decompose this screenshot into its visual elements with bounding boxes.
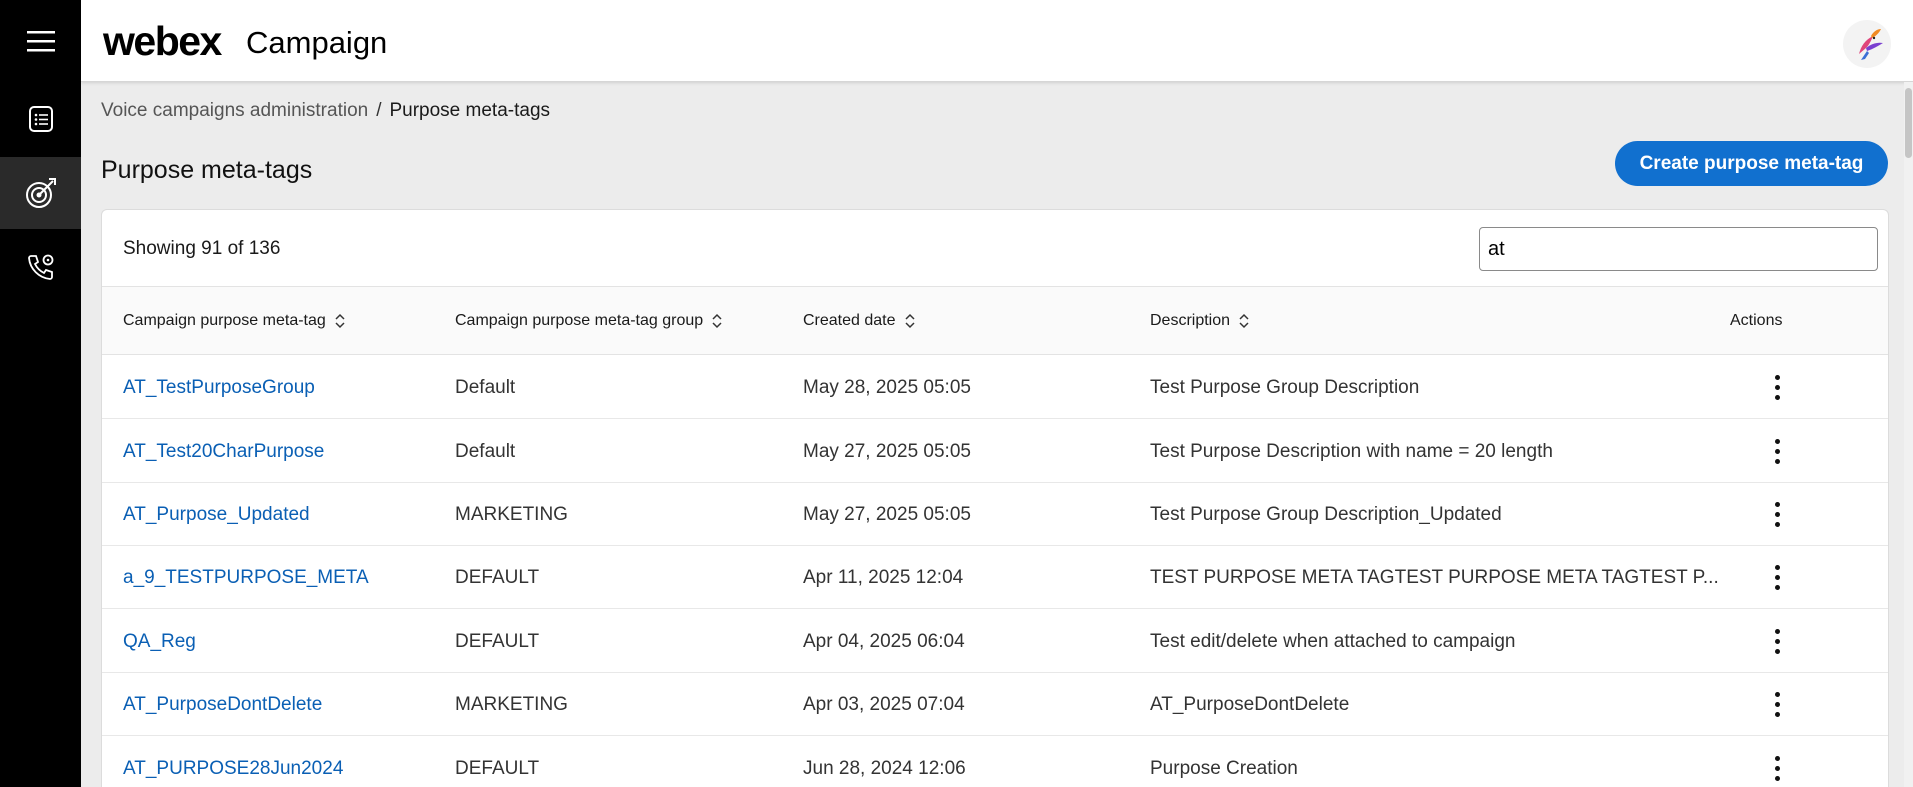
meta-tag-group: DEFAULT [455, 566, 540, 588]
column-header-label: Campaign purpose meta-tag [123, 312, 326, 329]
more-actions-icon[interactable] [1762, 371, 1792, 403]
results-count: Showing 91 of 136 [123, 238, 281, 259]
scrollbar-track[interactable] [1904, 82, 1913, 787]
more-actions-icon[interactable] [1762, 752, 1792, 784]
table-toolbar: Showing 91 of 136 [102, 210, 1888, 287]
breadcrumb-parent-link[interactable]: Voice campaigns administration [101, 100, 368, 122]
table-row: AT_Test20CharPurpose Default May 27, 202… [102, 420, 1888, 483]
column-header-group[interactable]: Campaign purpose meta-tag group [455, 287, 723, 355]
column-header-label: Actions [1730, 312, 1783, 329]
meta-tag-link[interactable]: AT_PURPOSE28Jun2024 [123, 737, 343, 787]
breadcrumb: Voice campaigns administration / Purpose… [101, 100, 550, 122]
description: Purpose Creation [1150, 757, 1298, 779]
meta-tag-link[interactable]: AT_PurposeDontDelete [123, 673, 322, 736]
list-icon[interactable] [0, 83, 81, 155]
more-actions-icon[interactable] [1762, 435, 1792, 467]
created-date: Jun 28, 2024 12:06 [803, 757, 966, 779]
search-input[interactable] [1479, 227, 1878, 271]
column-header-actions: Actions [1730, 287, 1782, 355]
meta-tag-link[interactable]: AT_TestPurposeGroup [123, 356, 315, 419]
column-header-label: Created date [803, 312, 896, 329]
more-actions-icon[interactable] [1762, 688, 1792, 720]
meta-tag-group: MARKETING [455, 503, 568, 525]
meta-tag-link[interactable]: AT_Purpose_Updated [123, 483, 310, 546]
table-row: AT_PURPOSE28Jun2024 DEFAULT Jun 28, 2024… [102, 737, 1888, 787]
meta-tag-link[interactable]: QA_Reg [123, 610, 196, 673]
description: TEST PURPOSE META TAGTEST PURPOSE META T… [1150, 566, 1719, 588]
hamburger-menu-icon[interactable] [0, 5, 81, 77]
meta-tags-table-card: Showing 91 of 136 Campaign purpose meta-… [101, 209, 1889, 787]
more-actions-icon[interactable] [1762, 498, 1792, 530]
more-actions-icon[interactable] [1762, 561, 1792, 593]
avatar[interactable] [1843, 20, 1891, 68]
phone-settings-icon[interactable] [0, 231, 81, 303]
table-row: a_9_TESTPURPOSE_META DEFAULT Apr 11, 202… [102, 546, 1888, 609]
meta-tag-link[interactable]: AT_Test20CharPurpose [123, 420, 324, 483]
column-header-label: Description [1150, 312, 1231, 329]
meta-tag-group: Default [455, 440, 516, 462]
meta-tag-group: Default [455, 376, 516, 398]
meta-tag-group: DEFAULT [455, 630, 540, 652]
column-header-meta-tag[interactable]: Campaign purpose meta-tag [123, 287, 346, 355]
more-actions-icon[interactable] [1762, 625, 1792, 657]
page-title: Purpose meta-tags [101, 156, 313, 184]
created-date: May 28, 2025 05:05 [803, 376, 971, 398]
description: Test Purpose Description with name = 20 … [1150, 440, 1553, 462]
description: Test edit/delete when attached to campai… [1150, 630, 1516, 652]
breadcrumb-separator: / [376, 100, 382, 121]
meta-tag-link[interactable]: a_9_TESTPURPOSE_META [123, 546, 369, 609]
description: Test Purpose Group Description_Updated [1150, 503, 1502, 525]
created-date: Apr 11, 2025 12:04 [803, 566, 964, 588]
meta-tag-group: DEFAULT [455, 757, 540, 779]
created-date: May 27, 2025 05:05 [803, 440, 971, 462]
description: AT_PurposeDontDelete [1150, 693, 1350, 715]
column-header-label: Campaign purpose meta-tag group [455, 312, 704, 329]
sort-icon [1239, 313, 1249, 329]
breadcrumb-current: Purpose meta-tags [389, 100, 551, 121]
sidebar [0, 0, 81, 787]
description: Test Purpose Group Description [1150, 376, 1420, 398]
target-icon[interactable] [0, 157, 81, 229]
sort-icon [712, 313, 722, 329]
bird-icon [1859, 29, 1883, 60]
column-header-description[interactable]: Description [1150, 287, 1250, 355]
table-header: Campaign purpose meta-tag Campaign purpo… [102, 287, 1888, 355]
table-row: QA_Reg DEFAULT Apr 04, 2025 06:04 Test e… [102, 610, 1888, 673]
product-name: Campaign [246, 25, 388, 60]
created-date: Apr 03, 2025 07:04 [803, 693, 965, 715]
meta-tag-group: MARKETING [455, 693, 568, 715]
sort-icon [335, 313, 345, 329]
table-row: AT_PurposeDontDelete MARKETING Apr 03, 2… [102, 673, 1888, 736]
created-date: May 27, 2025 05:05 [803, 503, 971, 525]
sort-icon [904, 313, 915, 329]
create-purpose-meta-tag-button[interactable]: Create purpose meta-tag [1615, 141, 1888, 186]
brand-logo: webex [103, 18, 222, 64]
table-row: AT_TestPurposeGroup Default May 28, 2025… [102, 356, 1888, 419]
created-date: Apr 04, 2025 06:04 [803, 630, 965, 652]
scrollbar-thumb[interactable] [1905, 88, 1912, 158]
column-header-created-date[interactable]: Created date [803, 287, 916, 355]
table-row: AT_Purpose_Updated MARKETING May 27, 202… [102, 483, 1888, 546]
app-header: webex Campaign [81, 0, 1913, 82]
